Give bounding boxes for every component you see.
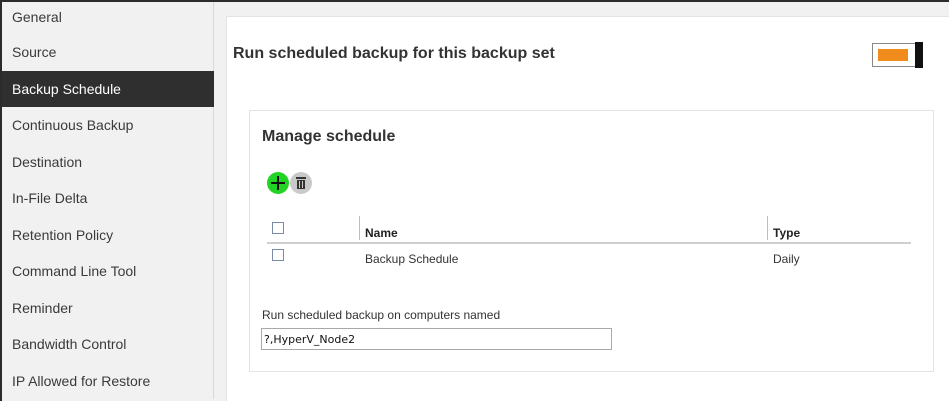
- manage-schedule-title: Manage schedule: [262, 128, 396, 145]
- sidebar-item-reminder[interactable]: Reminder: [2, 289, 214, 326]
- sidebar-item-ip-allowed-for-restore[interactable]: IP Allowed for Restore: [2, 362, 214, 399]
- scheduled-backup-title: Run scheduled backup for this backup set: [233, 45, 555, 62]
- column-header-name[interactable]: Name: [365, 226, 398, 240]
- table-header: Name Type: [267, 214, 911, 244]
- trash-can: [297, 180, 305, 189]
- sidebar-item-source[interactable]: Source: [2, 34, 214, 71]
- column-divider: [359, 216, 360, 240]
- select-all-checkbox[interactable]: [272, 222, 284, 234]
- settings-sidebar: General Source Backup Schedule Continuou…: [2, 2, 214, 401]
- sidebar-item-general[interactable]: General: [2, 2, 214, 34]
- schedule-table: Name Type Backup Schedule Daily: [267, 214, 911, 272]
- trash-icon[interactable]: [290, 172, 312, 194]
- column-divider: [767, 216, 768, 240]
- sidebar-item-retention-policy[interactable]: Retention Policy: [2, 216, 214, 253]
- sidebar-item-bandwidth-control[interactable]: Bandwidth Control: [2, 326, 214, 363]
- toggle-knob[interactable]: [915, 42, 923, 68]
- add-icon[interactable]: [267, 172, 289, 194]
- scheduled-backup-toggle[interactable]: [872, 42, 923, 68]
- sidebar-item-destination[interactable]: Destination: [2, 143, 214, 180]
- computers-named-input[interactable]: [261, 328, 612, 350]
- column-header-type[interactable]: Type: [773, 226, 800, 240]
- sidebar-item-command-line-tool[interactable]: Command Line Tool: [2, 253, 214, 290]
- row-name[interactable]: Backup Schedule: [365, 252, 458, 266]
- sidebar-item-continuous-backup[interactable]: Continuous Backup: [2, 107, 214, 144]
- sidebar-item-backup-schedule[interactable]: Backup Schedule: [2, 70, 214, 107]
- computers-named-label: Run scheduled backup on computers named: [262, 308, 501, 322]
- row-type: Daily: [773, 252, 800, 266]
- table-row[interactable]: Backup Schedule Daily: [267, 244, 911, 272]
- app-frame: General Source Backup Schedule Continuou…: [0, 0, 949, 401]
- toggle-on-fill: [878, 49, 908, 61]
- manage-schedule-card: Manage schedule Name Type Backup Schedul…: [249, 110, 934, 372]
- trash-lid: [296, 177, 306, 179]
- sidebar-item-in-file-delta[interactable]: In-File Delta: [2, 180, 214, 217]
- main-panel: Run scheduled backup for this backup set…: [226, 16, 949, 401]
- row-checkbox[interactable]: [272, 249, 284, 261]
